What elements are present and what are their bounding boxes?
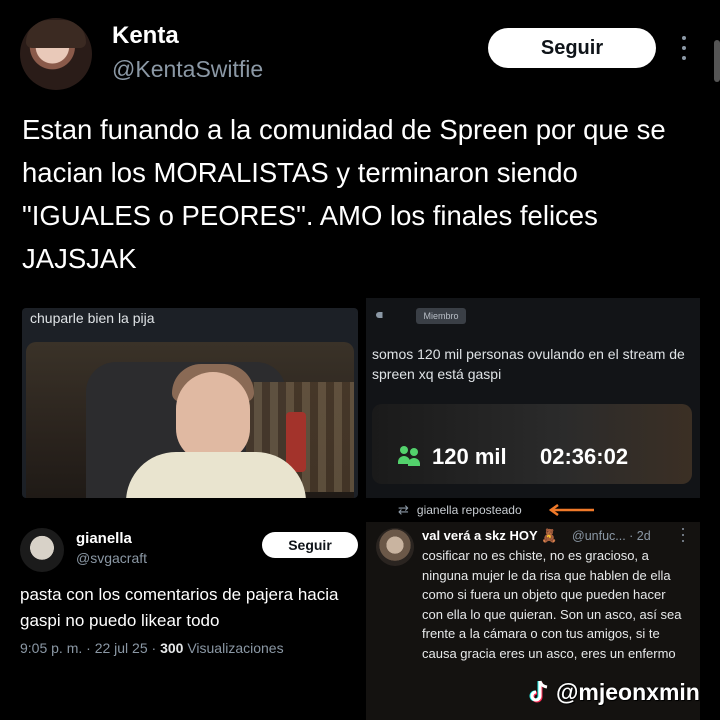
repost-icon: ⇄ <box>398 502 409 517</box>
post-text: cosificar no es chiste, no es gracioso, … <box>422 548 682 661</box>
stream-duration: 02:36:02 <box>540 444 629 469</box>
author-avatar[interactable] <box>20 18 92 90</box>
post-author-name[interactable]: gianella <box>76 530 132 547</box>
post-author-handle[interactable]: @unfuc... · 2d <box>572 529 651 543</box>
post-timestamp: 9:05 p. m. · 22 jul 25 · <box>20 640 161 656</box>
tiktok-icon <box>529 680 548 703</box>
watermark-handle: @mjeonxmin <box>556 678 700 705</box>
more-options-icon[interactable] <box>680 528 686 542</box>
arrow-icon <box>548 504 594 516</box>
quoted-post-left[interactable]: gianella @svgacraft Seguir pasta con los… <box>0 520 362 670</box>
tiktok-watermark: @mjeonxmin <box>528 676 700 708</box>
more-options-icon[interactable] <box>676 36 692 60</box>
avatar[interactable] <box>20 528 64 572</box>
tweet-text: Estan funando a la comunidad de Spreen p… <box>22 114 666 274</box>
repost-indicator: ⇄ gianella reposteado <box>398 502 522 518</box>
embedded-screenshot-left[interactable]: chuparle bien la pija <box>22 308 358 498</box>
view-label: Visualizaciones <box>183 640 284 656</box>
repost-label: gianella reposteado <box>416 503 522 517</box>
post-author-name[interactable]: val verá a skz HOY 🧸 <box>422 528 557 544</box>
follow-button-small[interactable]: Seguir <box>262 532 358 558</box>
post-text: pasta con los comentarios de pajera haci… <box>20 585 339 630</box>
embedded-caption: chuparle bien la pija <box>30 310 155 326</box>
viewer-count: 120 mil <box>432 444 507 469</box>
stream-preview <box>372 404 692 484</box>
author-handle[interactable]: @KentaSwitfie <box>112 56 263 83</box>
stream-image <box>26 342 354 498</box>
post-author-handle[interactable]: @svgacraft <box>76 550 147 566</box>
author-name[interactable]: Kenta <box>112 22 179 50</box>
view-count: 300 <box>160 640 184 656</box>
member-name-blur <box>376 312 406 318</box>
follow-button[interactable]: Seguir <box>488 28 656 68</box>
embedded-screenshot-right[interactable]: Miembro somos 120 mil personas ovulando … <box>366 298 700 498</box>
scrollbar[interactable] <box>714 40 720 82</box>
tweet-header: Kenta @KentaSwitfie Seguir <box>0 0 720 100</box>
post-meta: 9:05 p. m. · 22 jul 25 · 300 Visualizaci… <box>20 640 284 656</box>
avatar[interactable] <box>376 528 414 566</box>
embedded-post-text: somos 120 mil personas ovulando en el st… <box>372 346 685 382</box>
viewer-count-icon <box>398 446 420 466</box>
member-badge: Miembro <box>416 308 466 324</box>
